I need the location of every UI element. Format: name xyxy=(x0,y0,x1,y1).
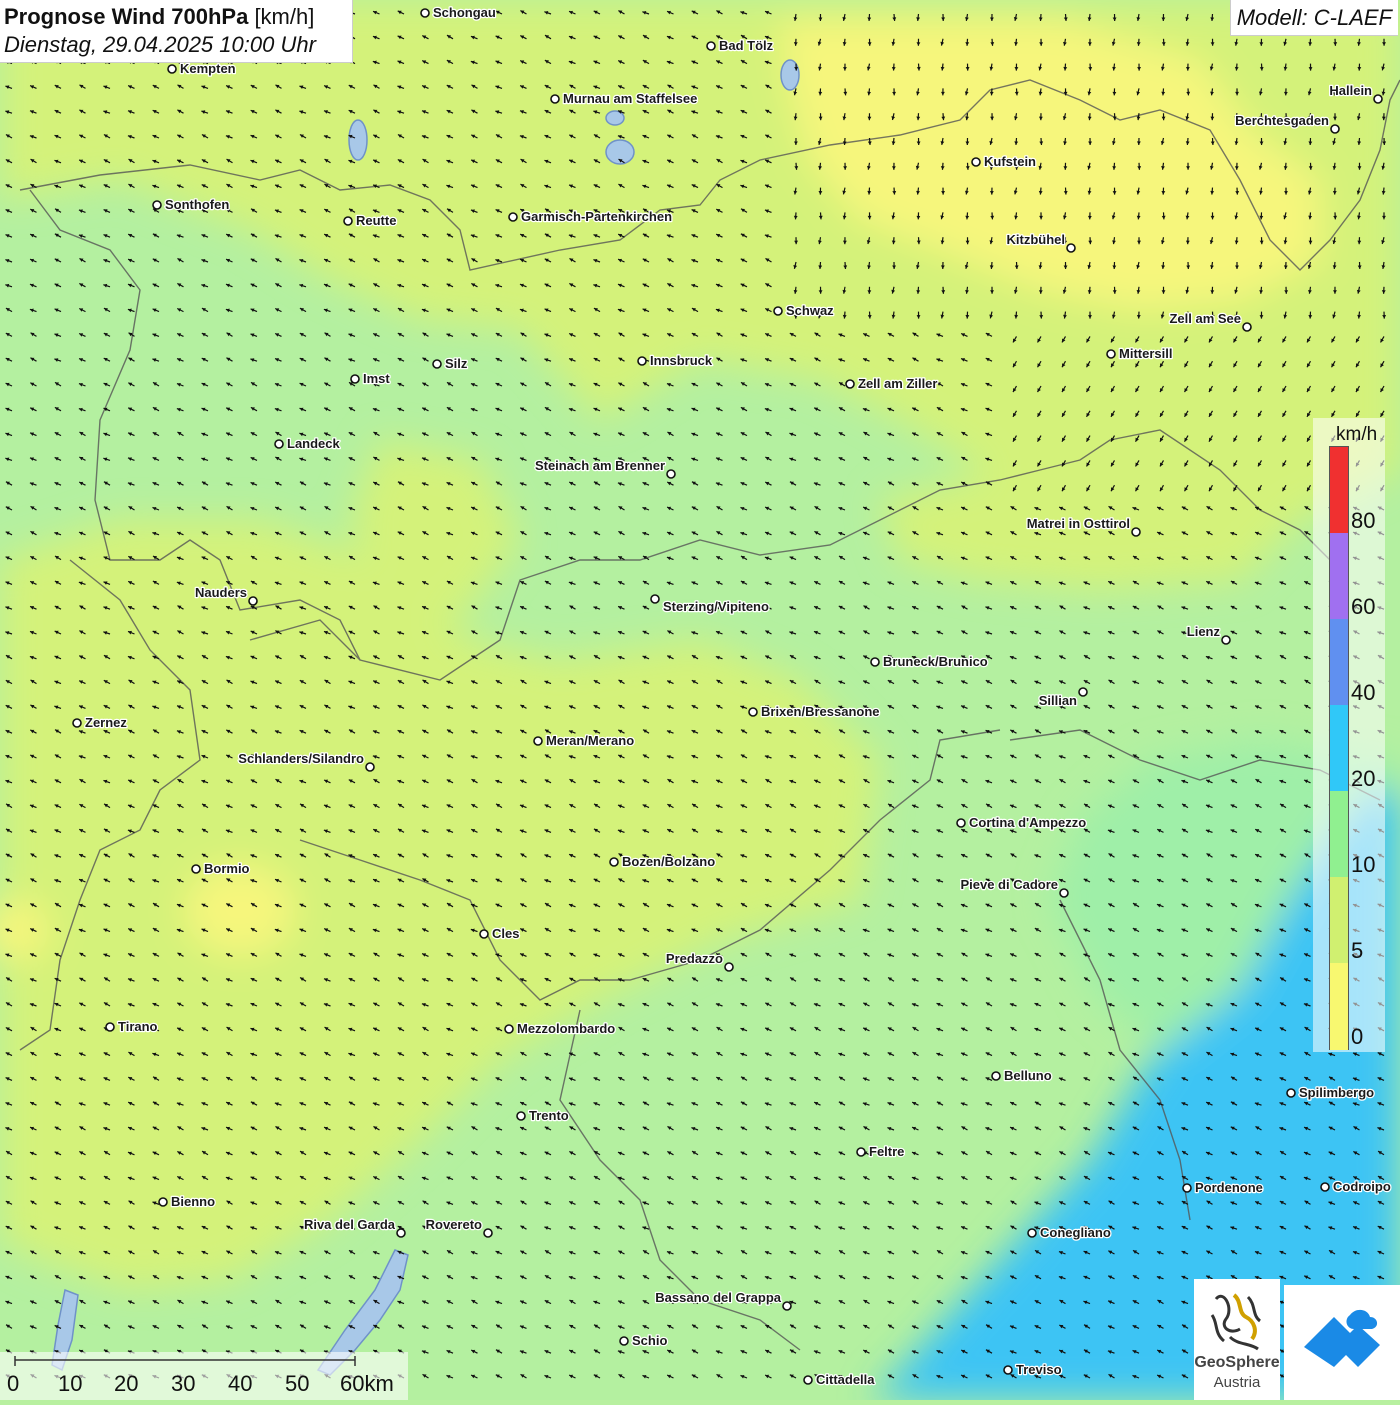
lake-forggensee xyxy=(349,120,367,160)
lake-kochel xyxy=(606,111,624,125)
wind-map: SchongauBad TölzKemptenMurnau am Staffel… xyxy=(0,0,1400,1400)
field-0-5-bormio xyxy=(185,865,295,955)
